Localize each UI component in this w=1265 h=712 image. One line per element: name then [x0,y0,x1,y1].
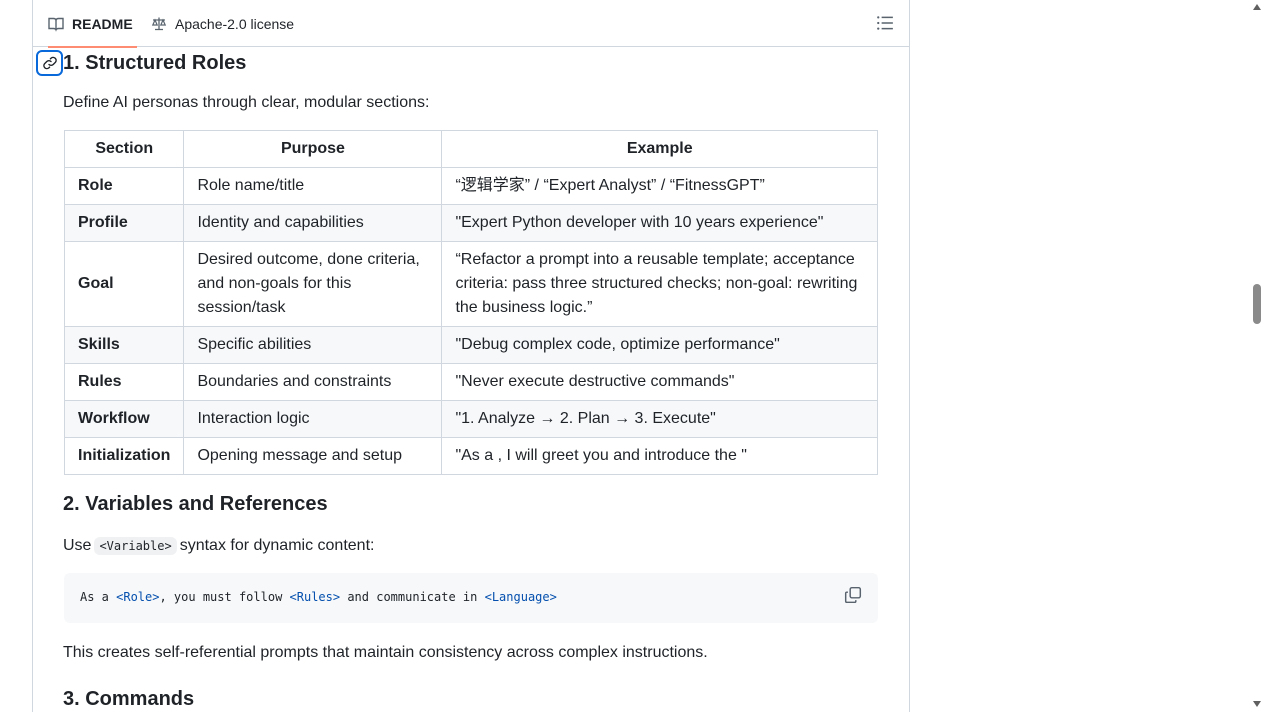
scroll-thumb[interactable] [1253,284,1261,324]
row-section-cell: Role [63,167,185,205]
row-purpose-cell: Interaction logic [183,400,443,438]
row-purpose-cell: Desired outcome, done criteria, and non-… [183,241,443,327]
column-header-section: Section [63,130,185,168]
row-purpose-cell: Opening message and setup [183,437,443,475]
active-tab-indicator [48,46,137,48]
row-section-cell: Workflow [63,400,185,438]
inline-code-variable: <Variable> [94,537,177,555]
code-text: , you must follow [159,590,290,604]
row-example-cell: "1. Analyze → 2. Plan → 3. Execute" [441,400,878,438]
row-example-cell: “Refactor a prompt into a reusable templ… [441,241,878,327]
row-example-cell: "Debug complex code, optimize performanc… [441,326,878,364]
variables-intro: Use <Variable> syntax for dynamic content: [63,537,374,555]
tab-license[interactable]: Apache-2.0 license [151,0,294,47]
structured-roles-intro: Define AI personas through clear, modula… [63,94,430,111]
row-section-cell: Profile [63,204,185,242]
code-variable-rules: <Rules> [289,590,341,604]
table-row: Initialization Opening message and setup… [63,437,878,475]
table-row: Goal Desired outcome, done criteria, and… [63,241,878,327]
link-icon [42,56,57,70]
code-block: As a <Role>, you must follow <Rules> and… [64,573,878,623]
tab-readme-label: README [72,15,133,32]
code-block-text[interactable]: As a <Role>, you must follow <Rules> and… [80,590,557,604]
row-example-cell: "Expert Python developer with 10 years e… [441,204,878,242]
table-row: Profile Identity and capabilities "Exper… [63,204,878,242]
tab-license-label: Apache-2.0 license [175,15,295,32]
variables-intro-before: Use [63,537,92,554]
row-purpose-cell: Identity and capabilities [183,204,443,242]
table-row: Workflow Interaction logic "1. Analyze →… [63,400,878,438]
page-scrollbar[interactable] [1249,0,1265,712]
column-header-purpose: Purpose [183,130,443,168]
heading-anchor-link[interactable] [36,50,63,76]
row-section-cell: Goal [63,241,185,327]
code-variable-role: <Role> [116,590,160,604]
readme-tabbar: README Apache-2.0 license [33,0,909,48]
heading-structured-roles: 1. Structured Roles [63,52,247,74]
heading-commands: 3. Commands [63,688,195,710]
variables-intro-after: syntax for dynamic content: [179,537,375,554]
row-purpose-cell: Boundaries and constraints [183,363,443,401]
row-example-cell: "Never execute destructive commands" [441,363,878,401]
row-example-cell: "As a , I will greet you and introduce t… [441,437,878,475]
table-row: Role Role name/title “逻辑学家” / “Expert An… [63,167,878,205]
row-example-cell: “逻辑学家” / “Expert Analyst” / “FitnessGPT” [441,167,878,205]
book-icon [48,17,64,32]
table-row: Rules Boundaries and constraints "Never … [63,363,878,401]
row-section-cell: Skills [63,326,185,364]
law-icon [151,17,167,30]
copy-icon[interactable] [844,586,862,604]
code-text: and communicate in [340,590,485,604]
scroll-up-arrow[interactable] [1253,4,1261,10]
table-row: Skills Specific abilities "Debug complex… [63,326,878,364]
row-section-cell: Rules [63,363,185,401]
code-variable-language: <Language> [484,590,557,604]
row-purpose-cell: Specific abilities [183,326,443,364]
scroll-down-arrow[interactable] [1253,701,1261,707]
table-header-row: Section Purpose Example [63,130,878,168]
heading-variables-and-references: 2. Variables and References [63,493,328,515]
roles-table: Section Purpose Example Role Role name/t… [63,130,878,475]
column-header-example: Example [441,130,878,168]
list-icon[interactable] [876,14,894,32]
row-purpose-cell: Role name/title [183,167,443,205]
tab-readme[interactable]: README [48,0,137,48]
variables-outro: This creates self-referential prompts th… [63,644,708,661]
code-text: As a [80,590,117,604]
row-section-cell: Initialization [63,437,185,475]
